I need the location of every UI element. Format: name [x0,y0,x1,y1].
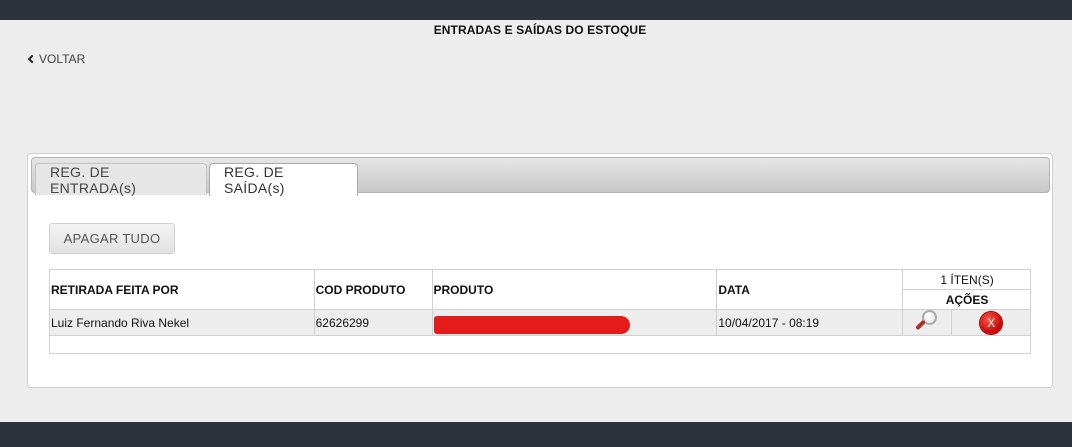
col-header-retirada: RETIRADA FEITA POR [49,269,315,310]
magnifier-icon[interactable] [915,310,939,332]
top-bar [0,0,1072,20]
tab-saidas[interactable]: REG. DE SAÍDA(s) [209,163,358,196]
tab-entradas-label: REG. DE ENTRADA(s) [50,163,137,196]
cell-retirada: Luiz Fernando Riva Nekel [49,309,315,336]
empty-cell [49,335,1031,354]
col-header-cod-produto: COD PRODUTO [313,269,433,310]
cell-produto [431,309,718,336]
tab-saidas-label: REG. DE SAÍDA(s) [224,164,285,196]
table-empty-row [49,335,1031,354]
delete-all-button[interactable]: APAGAR TUDO [49,223,175,254]
tab-entradas[interactable]: REG. DE ENTRADA(s) [35,163,207,196]
magnifier-handle [915,319,927,331]
cell-view [902,309,953,336]
back-link-label: VOLTAR [39,52,86,66]
table-row: Luiz Fernando Riva Nekel 62626299 10/04/… [49,309,1031,336]
cell-data: 10/04/2017 - 08:19 [716,309,904,336]
item-count: 1 ÍTEN(S) [902,269,1031,290]
col-header-acoes: AÇÕES [902,289,1031,310]
col-header-data: DATA [716,269,904,310]
records-panel: REG. DE ENTRADA(s) REG. DE SAÍDA(s) APAG… [27,153,1053,388]
col-header-produto: PRODUTO [431,269,718,310]
cell-cod-produto: 62626299 [313,309,433,336]
back-link[interactable]: VOLTAR [27,52,85,66]
table-header-row: RETIRADA FEITA POR COD PRODUTO PRODUTO D… [49,269,1031,310]
chevron-left-icon [27,54,37,64]
delete-x-icon[interactable]: X [980,311,1003,334]
page-title: ENTRADAS E SAÍDAS DO ESTOQUE [433,23,647,37]
redacted-product-name [433,315,630,334]
cell-delete: X [951,309,1031,336]
exits-table: RETIRADA FEITA POR COD PRODUTO PRODUTO D… [49,269,1031,354]
tabs-bar: REG. DE ENTRADA(s) REG. DE SAÍDA(s) [31,157,1050,196]
bottom-bar [0,422,1072,447]
